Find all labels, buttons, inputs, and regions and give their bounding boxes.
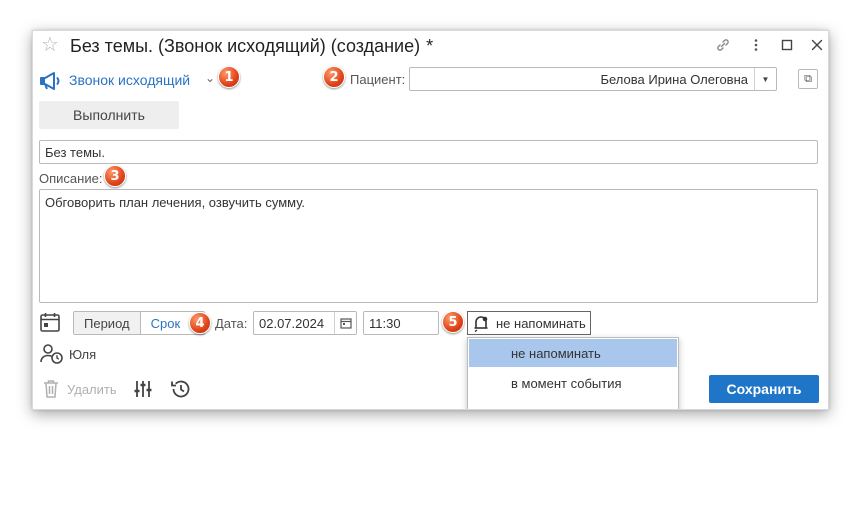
period-button[interactable]: Период (74, 312, 141, 334)
date-value: 02.07.2024 (259, 315, 325, 331)
reminder-select[interactable]: не напоминать (467, 311, 591, 335)
link-icon[interactable] (715, 37, 731, 53)
marker-4: 4 (189, 312, 211, 334)
time-input[interactable]: 11:30 (363, 311, 439, 335)
reminder-option-none[interactable]: не напоминать (469, 339, 677, 367)
chevron-down-icon[interactable]: ⌄ (205, 71, 215, 85)
patient-field[interactable]: Белова Ирина Олеговна ▼ (409, 67, 777, 91)
date-label: Дата: (215, 316, 248, 331)
marker-1: 1 (218, 66, 240, 88)
bell-icon (472, 314, 490, 332)
open-record-icon[interactable]: ⧉ (798, 69, 818, 89)
save-button[interactable]: Сохранить (709, 375, 819, 403)
history-icon[interactable] (169, 377, 193, 404)
execute-button[interactable]: Выполнить (39, 101, 179, 129)
marker-2: 2 (323, 66, 345, 88)
reminder-dropdown-list: не напоминать в момент события за 5 мину… (467, 337, 679, 410)
close-icon[interactable] (809, 37, 825, 53)
dropdown-arrow-icon[interactable]: ▼ (754, 68, 776, 90)
trash-icon (43, 379, 59, 399)
delete-button[interactable]: Удалить (43, 379, 117, 399)
description-label: Описание: (39, 171, 103, 186)
date-input[interactable]: 02.07.2024 (253, 311, 357, 335)
reminder-value: не напоминать (496, 315, 586, 331)
subject-input[interactable]: Без темы. (39, 140, 818, 164)
description-textarea[interactable]: Обговорить план лечения, озвучить сумму. (39, 189, 818, 303)
more-menu-icon[interactable] (748, 37, 764, 53)
marker-5: 5 (442, 311, 464, 333)
marker-3: 3 (104, 165, 126, 187)
favorite-star-icon[interactable]: ☆ (41, 34, 59, 56)
patient-label: Пациент: (350, 72, 406, 87)
megaphone-icon (39, 71, 63, 94)
user-clock-icon (39, 343, 65, 368)
responsible-user[interactable]: Юля (69, 347, 96, 362)
date-picker-icon[interactable] (334, 312, 356, 334)
reminder-option-at-event[interactable]: в момент события (468, 368, 678, 398)
modified-mark: * (426, 36, 434, 56)
period-deadline-switch: Период Срок (73, 311, 206, 335)
event-form-window: ☆ Без темы. (Звонок исходящий) (создание… (32, 30, 829, 410)
delete-label: Удалить (67, 381, 117, 397)
time-value: 11:30 (369, 315, 401, 331)
calendar-icon (39, 311, 61, 333)
patient-value: Белова Ирина Олеговна (600, 71, 748, 87)
settings-sliders-icon[interactable] (133, 379, 153, 402)
maximize-icon[interactable] (779, 37, 795, 53)
event-type-link[interactable]: Звонок исходящий (69, 72, 190, 88)
window-title: Без темы. (Звонок исходящий) (создание) * (70, 35, 433, 57)
window-title-text: Без темы. (Звонок исходящий) (создание) (70, 36, 421, 56)
reminder-option-5min[interactable]: за 5 минут (468, 398, 678, 410)
